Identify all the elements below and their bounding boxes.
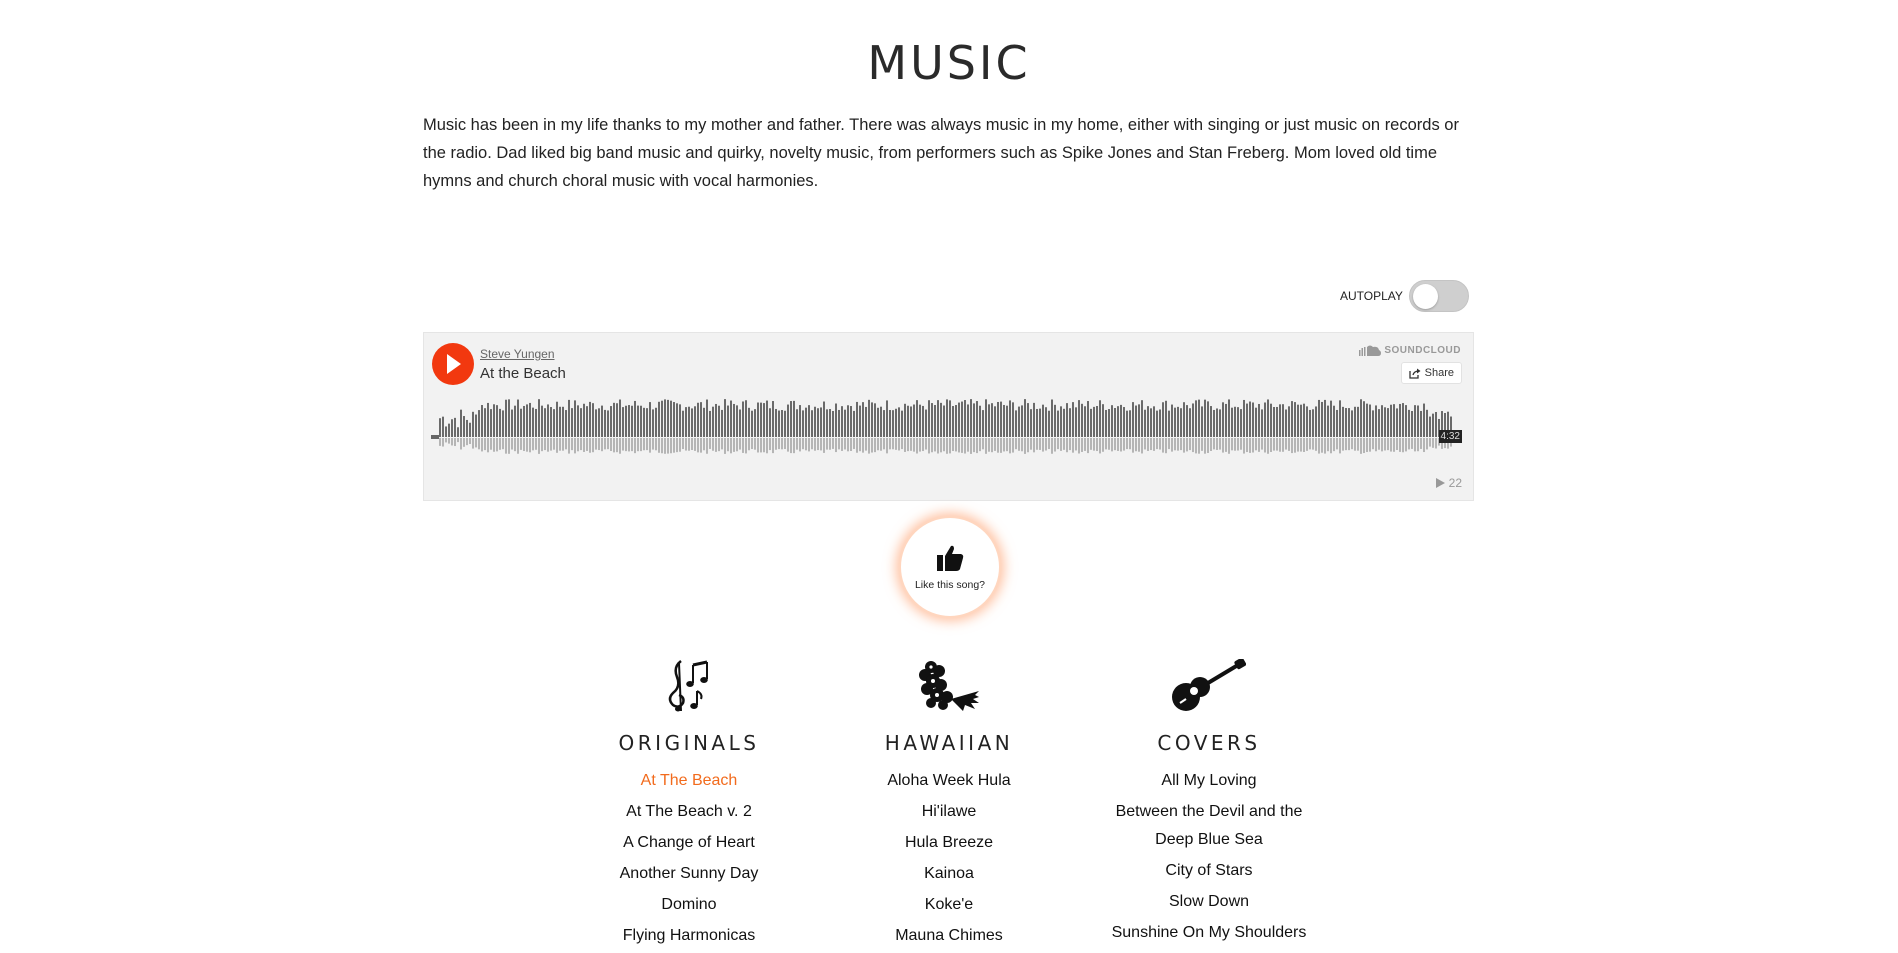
play-icon <box>447 354 461 374</box>
soundcloud-label: SOUNDCLOUD <box>1384 345 1461 356</box>
share-icon <box>1408 368 1421 379</box>
category-covers: COVERS All My Loving Between the Devil a… <box>1094 655 1324 950</box>
category-hawaiian: HAWAIIAN Aloha Week Hula Hi'ilawe Hula B… <box>834 655 1064 953</box>
intro-paragraph: Music has been in my life thanks to my m… <box>423 116 1459 190</box>
artist-link[interactable]: Steve Yungen <box>480 347 555 361</box>
song-link[interactable]: Koke'e <box>834 891 1064 919</box>
track-title[interactable]: At the Beach <box>480 365 566 382</box>
song-list: At The Beach At The Beach v. 2 A Change … <box>574 767 804 950</box>
song-link[interactable]: A Change of Heart <box>574 829 804 857</box>
play-count: 22 <box>1435 476 1462 490</box>
song-link[interactable]: City of Stars <box>1094 857 1324 885</box>
song-link[interactable]: Flying Harmonicas <box>574 922 804 950</box>
duration-label: 4:32 <box>1438 430 1462 443</box>
song-link[interactable]: Mauna Chimes <box>834 922 1064 950</box>
cloud-icon <box>1359 345 1382 356</box>
song-link[interactable]: Kainoa <box>834 860 1064 888</box>
hibiscus-flower-icon <box>919 661 979 711</box>
category-title: HAWAIIAN <box>884 731 1014 755</box>
category-title: ORIGINALS <box>618 731 760 755</box>
share-button[interactable]: Share <box>1400 362 1462 384</box>
like-song-button[interactable]: Like this song? <box>899 516 1001 618</box>
thumbs-up-icon <box>937 545 964 571</box>
category-title: COVERS <box>1157 731 1261 755</box>
music-notes-icon <box>668 660 708 712</box>
song-link[interactable]: Domino <box>574 891 804 919</box>
autoplay-label: AUTOPLAY <box>1340 289 1403 303</box>
song-link[interactable]: Slow Down <box>1094 888 1324 916</box>
song-link[interactable]: Sunshine On My Shoulders <box>1094 919 1324 947</box>
autoplay-control: AUTOPLAY <box>1340 280 1469 312</box>
song-list: All My Loving Between the Devil and the … <box>1094 767 1324 947</box>
song-link[interactable]: At The Beach <box>574 767 804 795</box>
like-label: Like this song? <box>914 579 986 591</box>
song-link[interactable]: All My Loving <box>1094 767 1324 795</box>
category-icon-wrap <box>574 655 804 713</box>
song-link[interactable]: Hi'ilawe <box>834 798 1064 826</box>
song-link[interactable]: Between the Devil and the Deep Blue Sea <box>1094 798 1324 854</box>
waveform[interactable] <box>431 397 1467 467</box>
share-label: Share <box>1424 367 1454 379</box>
category-icon-wrap <box>1094 655 1324 713</box>
song-list: Aloha Week Hula Hi'ilawe Hula Breeze Kai… <box>834 767 1064 950</box>
play-count-icon <box>1435 478 1445 488</box>
category-icon-wrap <box>834 655 1064 713</box>
play-button[interactable] <box>432 343 474 385</box>
page-title: MUSIC <box>867 36 1031 90</box>
toggle-knob <box>1412 284 1438 309</box>
song-link[interactable]: At The Beach v. 2 <box>574 798 804 826</box>
autoplay-toggle[interactable] <box>1408 280 1469 312</box>
soundcloud-player: Steve Yungen At the Beach SOUNDCLOUD Sha… <box>423 332 1474 501</box>
guitar-icon <box>1172 659 1246 711</box>
category-originals: ORIGINALS At The Beach At The Beach v. 2… <box>574 655 804 953</box>
song-link[interactable]: Aloha Week Hula <box>834 767 1064 795</box>
song-link[interactable]: Another Sunny Day <box>574 860 804 888</box>
play-count-value: 22 <box>1448 476 1462 490</box>
soundcloud-logo[interactable]: SOUNDCLOUD <box>1359 345 1461 356</box>
song-link[interactable]: Hula Breeze <box>834 829 1064 857</box>
